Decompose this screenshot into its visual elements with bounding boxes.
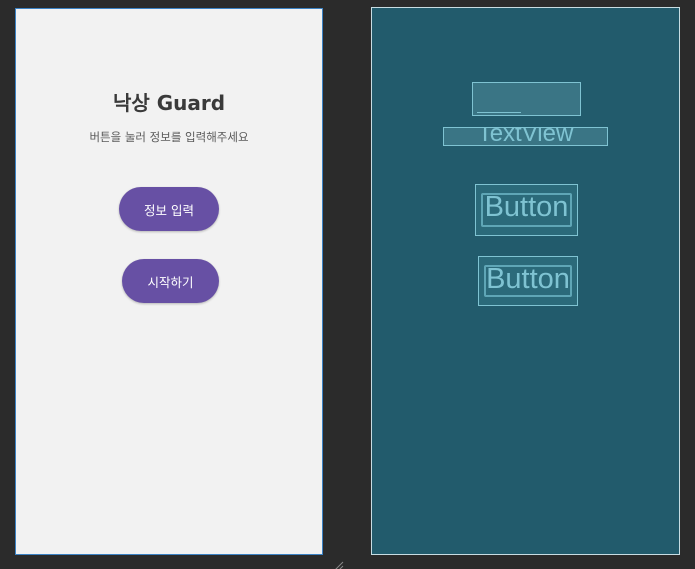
blueprint-button-label: Button — [484, 191, 569, 223]
blueprint-button-label: Button — [486, 263, 570, 295]
blueprint-title-view[interactable] — [472, 82, 581, 116]
layout-editor-canvas: 낙상 Guard 버튼을 눌러 정보를 입력해주세요 정보 입력 시작하기 Te… — [0, 0, 695, 569]
design-preview[interactable]: 낙상 Guard 버튼을 눌러 정보를 입력해주세요 정보 입력 시작하기 — [15, 8, 323, 555]
instruction-text: 버튼을 눌러 정보를 입력해주세요 — [89, 130, 249, 144]
app-title: 낙상 Guard — [112, 91, 226, 115]
blueprint-textview[interactable]: TextView — [443, 127, 608, 146]
blueprint-button-info[interactable]: Button — [475, 184, 578, 236]
info-input-button[interactable]: 정보 입력 — [119, 187, 219, 231]
start-button[interactable]: 시작하기 — [122, 259, 219, 303]
resize-handle-icon[interactable] — [332, 557, 344, 569]
blueprint-textview-label: TextView — [477, 127, 574, 146]
blueprint-button-start[interactable]: Button — [478, 256, 578, 306]
blueprint-preview[interactable]: TextView Button Button — [371, 7, 680, 555]
blueprint-underline — [477, 112, 521, 113]
